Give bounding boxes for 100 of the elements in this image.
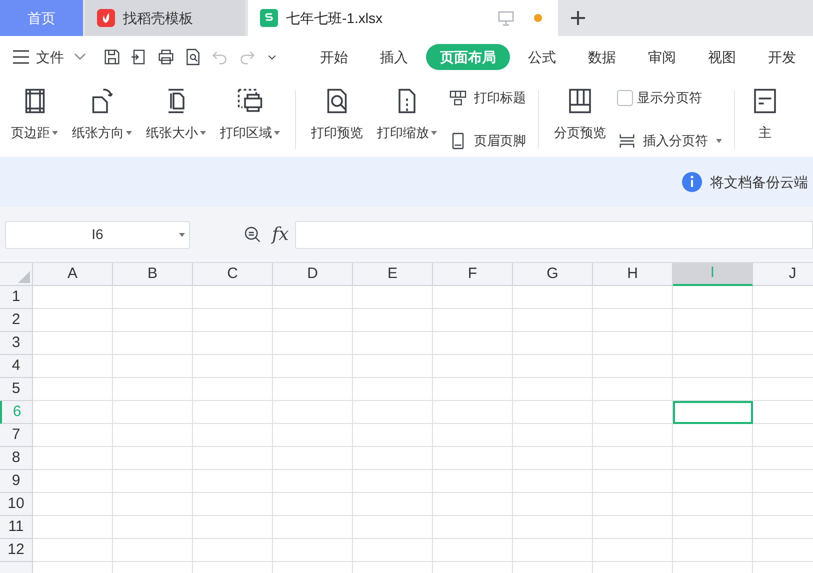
grid-cell[interactable]: [433, 424, 513, 447]
save-icon[interactable]: [102, 47, 122, 67]
grid-cell[interactable]: [33, 493, 113, 516]
ribbon-tab[interactable]: 数据: [574, 44, 630, 70]
grid-cell[interactable]: [593, 401, 673, 424]
grid-cell[interactable]: [33, 516, 113, 539]
ribbon-tab[interactable]: 开发: [754, 44, 810, 70]
grid-cell[interactable]: [673, 332, 753, 355]
grid-cell[interactable]: [33, 401, 113, 424]
ribbon-button[interactable]: 打印缩放: [370, 86, 444, 153]
row-header[interactable]: 12: [0, 539, 33, 562]
grid-cell[interactable]: [673, 286, 753, 309]
grid-cell[interactable]: [113, 539, 193, 562]
column-header[interactable]: B: [113, 263, 193, 286]
row-header[interactable]: 1: [0, 286, 33, 309]
grid-cell[interactable]: [673, 470, 753, 493]
grid-cell[interactable]: [513, 470, 593, 493]
grid-cell[interactable]: [513, 493, 593, 516]
grid-cell[interactable]: [433, 309, 513, 332]
grid-cell[interactable]: [673, 309, 753, 332]
grid-cell[interactable]: [193, 470, 273, 493]
row-header[interactable]: 9: [0, 470, 33, 493]
grid-cell[interactable]: [33, 309, 113, 332]
document-tab[interactable]: 七年七班-1.xlsx: [248, 0, 558, 36]
grid-cell[interactable]: [353, 401, 433, 424]
grid-cell[interactable]: [673, 516, 753, 539]
grid-cell[interactable]: [353, 516, 433, 539]
name-box[interactable]: I6: [5, 220, 190, 248]
grid-cell[interactable]: [193, 447, 273, 470]
grid-cell[interactable]: [113, 447, 193, 470]
column-header[interactable]: A: [33, 263, 113, 286]
row-header[interactable]: 7: [0, 424, 33, 447]
grid-cell[interactable]: [273, 401, 353, 424]
grid-cell[interactable]: [33, 286, 113, 309]
grid-cell[interactable]: [113, 470, 193, 493]
row-header[interactable]: 5: [0, 378, 33, 401]
grid-cell[interactable]: [353, 447, 433, 470]
ribbon-small-button[interactable]: 插入分页符: [617, 131, 722, 151]
grid-cell[interactable]: [273, 424, 353, 447]
grid-cell[interactable]: [193, 424, 273, 447]
grid-cell[interactable]: [113, 493, 193, 516]
grid-cell[interactable]: [273, 539, 353, 562]
grid-cell[interactable]: [273, 470, 353, 493]
grid-cell[interactable]: [433, 516, 513, 539]
grid-cell[interactable]: [353, 378, 433, 401]
grid-cell[interactable]: [513, 355, 593, 378]
grid-cell[interactable]: [433, 493, 513, 516]
grid-cell[interactable]: [353, 332, 433, 355]
grid-cell[interactable]: [593, 286, 673, 309]
grid-cell[interactable]: [593, 493, 673, 516]
grid-cell[interactable]: [593, 309, 673, 332]
grid-cell[interactable]: [33, 378, 113, 401]
grid-cell[interactable]: [193, 309, 273, 332]
function-button[interactable]: fx: [272, 221, 289, 248]
grid-cell[interactable]: [33, 447, 113, 470]
formula-field[interactable]: [294, 220, 813, 248]
ribbon-button[interactable]: 纸张大小: [139, 86, 213, 153]
grid-cell[interactable]: [433, 401, 513, 424]
ribbon-tab[interactable]: 公式: [514, 44, 570, 70]
grid-cell[interactable]: [33, 539, 113, 562]
document-tab[interactable]: 找稻壳模板: [85, 0, 245, 36]
grid-cell[interactable]: [193, 355, 273, 378]
grid-cell[interactable]: [273, 332, 353, 355]
row-header[interactable]: 4: [0, 355, 33, 378]
grid-cell[interactable]: [273, 493, 353, 516]
ribbon-button[interactable]: 主: [743, 86, 787, 153]
grid-cell[interactable]: [113, 378, 193, 401]
row-header[interactable]: 8: [0, 447, 33, 470]
zoom-icon[interactable]: [243, 224, 263, 244]
grid-cell[interactable]: [353, 286, 433, 309]
row-header[interactable]: 11: [0, 516, 33, 539]
ribbon-tab[interactable]: 视图: [694, 44, 750, 70]
grid-cell[interactable]: [433, 355, 513, 378]
grid-cell[interactable]: [33, 332, 113, 355]
grid-cell[interactable]: [193, 286, 273, 309]
column-header[interactable]: J: [753, 263, 813, 286]
ribbon-tab[interactable]: 审阅: [634, 44, 690, 70]
ribbon-button[interactable]: 打印预览: [304, 86, 370, 153]
grid-cell[interactable]: [353, 424, 433, 447]
grid-cell[interactable]: [513, 286, 593, 309]
grid-cell[interactable]: [513, 447, 593, 470]
grid-cell[interactable]: [513, 516, 593, 539]
row-header[interactable]: 3: [0, 332, 33, 355]
grid-cell[interactable]: [513, 332, 593, 355]
ribbon-small-button[interactable]: 页眉页脚: [448, 131, 526, 151]
column-header[interactable]: D: [273, 263, 353, 286]
grid-cell[interactable]: [353, 493, 433, 516]
grid-cell[interactable]: [353, 470, 433, 493]
active-cell[interactable]: [673, 401, 753, 424]
grid-cell[interactable]: [433, 447, 513, 470]
grid-cell[interactable]: [273, 516, 353, 539]
grid-cell[interactable]: [673, 378, 753, 401]
grid-cell[interactable]: [513, 424, 593, 447]
grid-cell[interactable]: [193, 493, 273, 516]
grid-cell[interactable]: [33, 424, 113, 447]
grid-cell[interactable]: [33, 355, 113, 378]
grid-cell[interactable]: [433, 539, 513, 562]
grid-cell[interactable]: [113, 355, 193, 378]
ribbon-tab[interactable]: 插入: [366, 44, 422, 70]
grid-cell[interactable]: [513, 309, 593, 332]
